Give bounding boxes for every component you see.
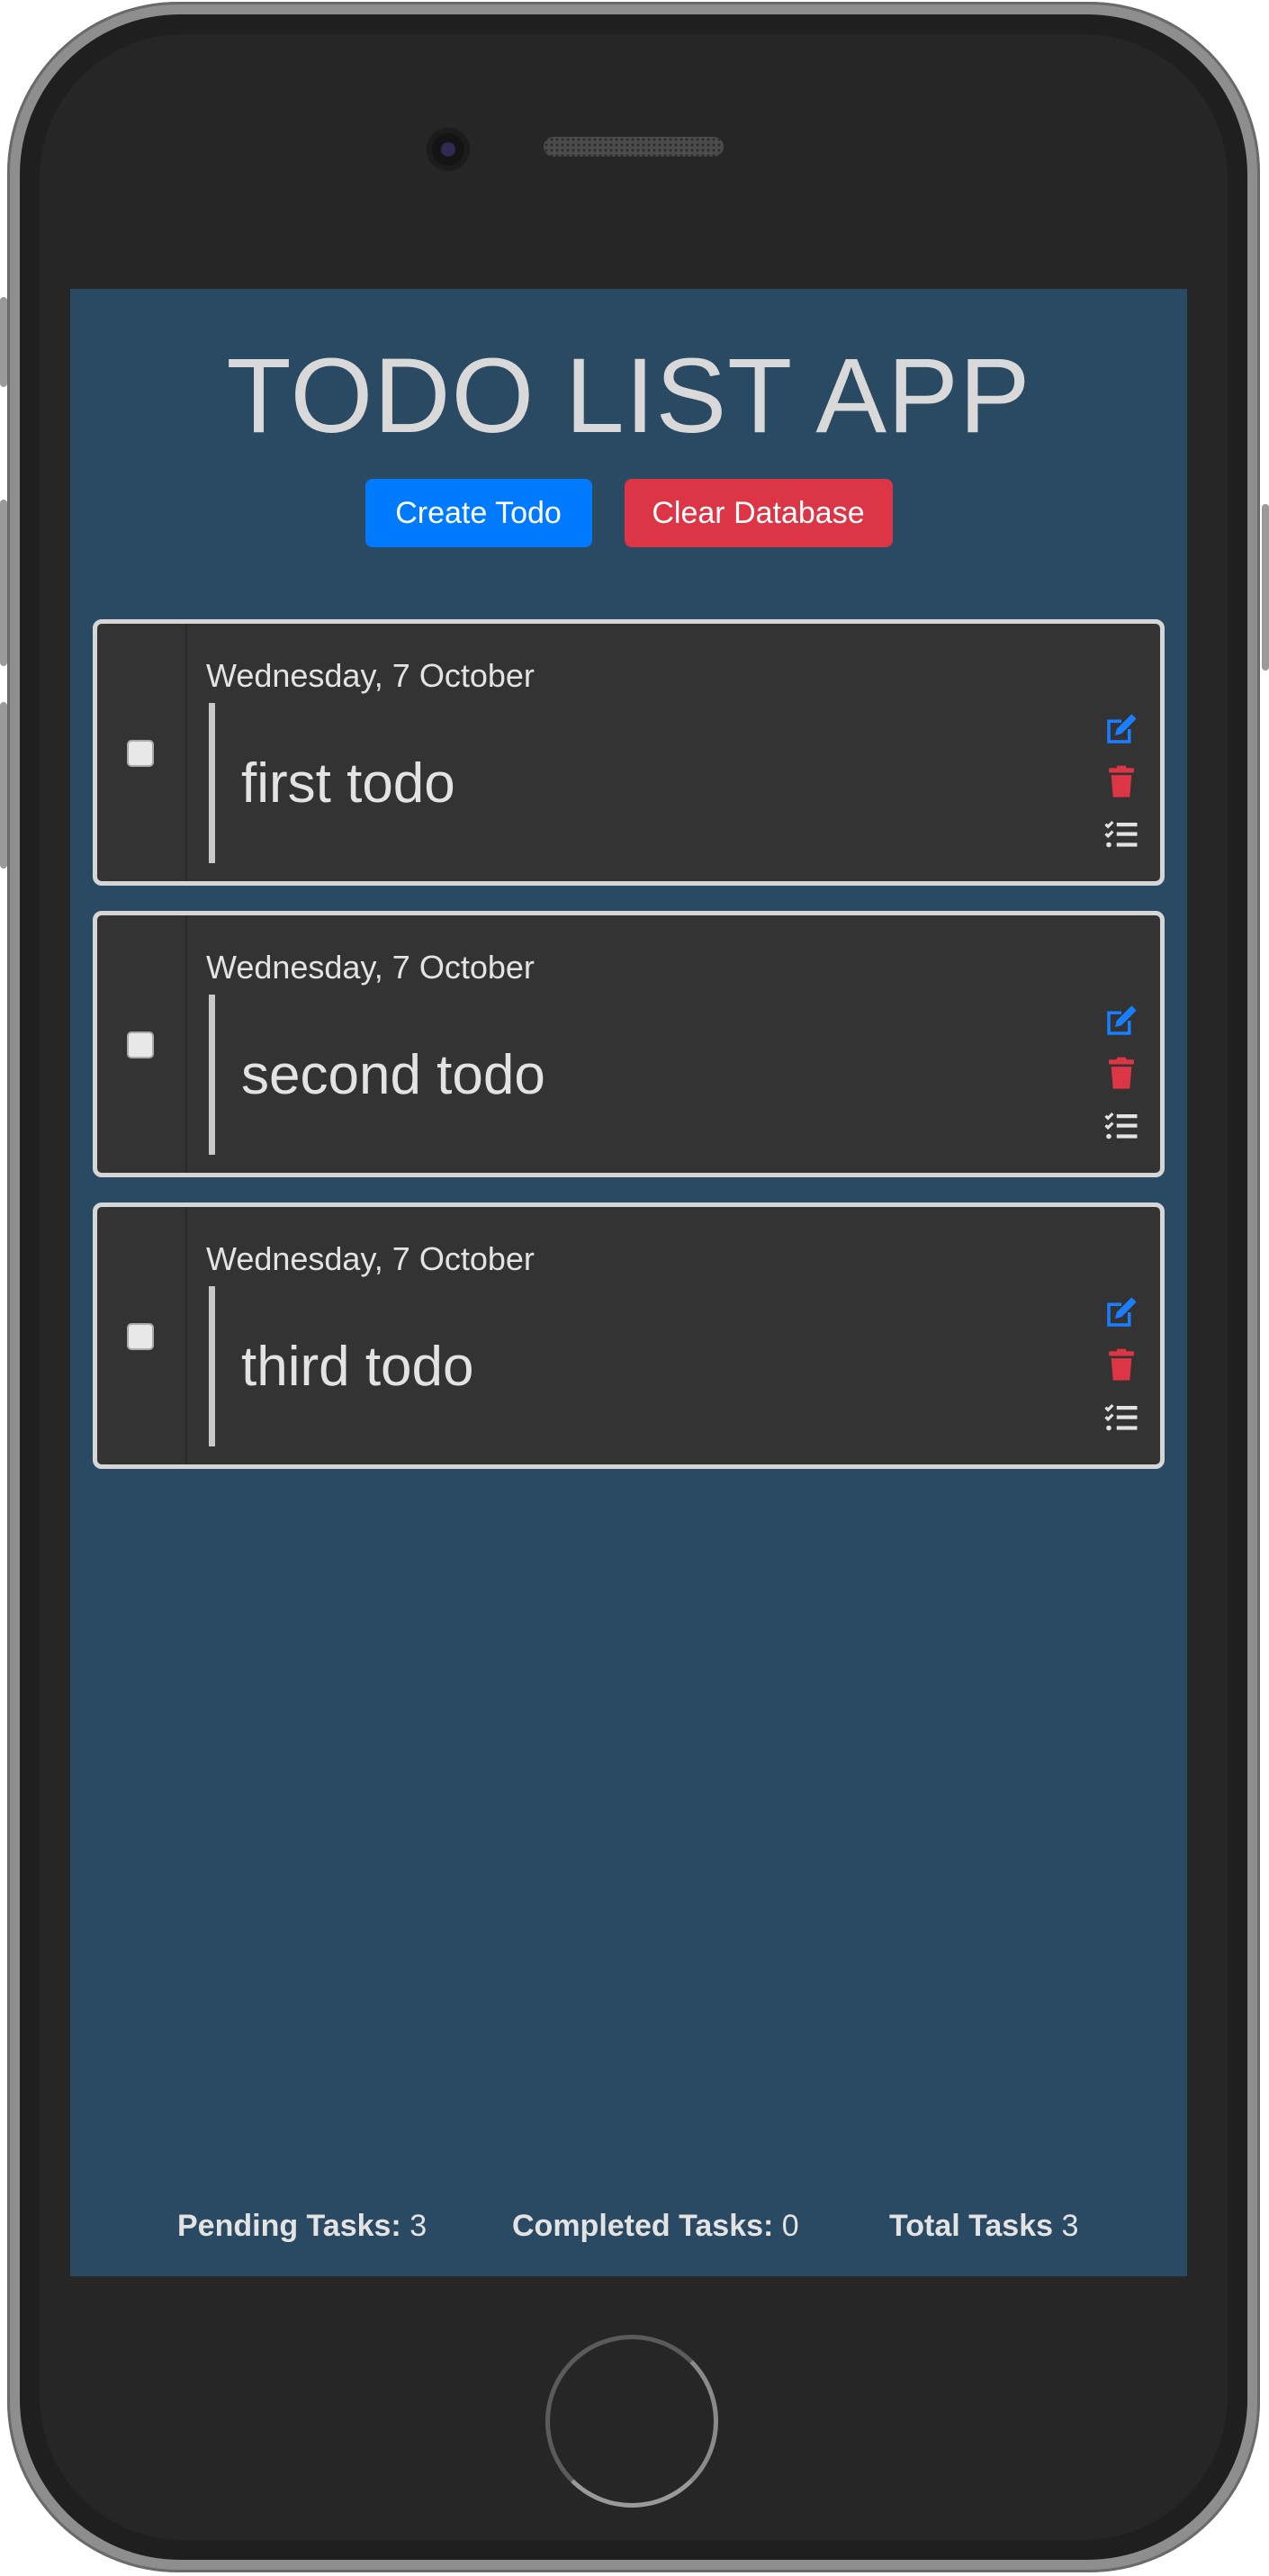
pending-tasks-label: Pending Tasks: [177,2209,401,2243]
completed-tasks-label: Completed Tasks: [512,2209,774,2243]
todo-text: third todo [241,1336,474,1398]
todo-checkbox[interactable] [127,1031,154,1058]
trash-icon[interactable] [1102,763,1140,801]
todo-text: first todo [241,752,455,815]
todo-card: Wednesday, 7 October second todo [93,911,1165,1177]
total-tasks-stat: Total Tasks 3 [889,2209,1078,2244]
todo-text: second todo [241,1044,545,1106]
earpiece-speaker [544,137,724,157]
todo-check-column [97,1207,187,1464]
trash-icon[interactable] [1102,1347,1140,1384]
phone-volume-down [0,702,7,869]
completed-tasks-value: 0 [781,2209,799,2243]
action-bar: Create Todo Clear Database [70,479,1187,547]
edit-icon[interactable] [1102,1002,1140,1040]
phone-mute-switch [0,297,7,387]
completed-tasks-stat: Completed Tasks: 0 [512,2209,799,2244]
total-tasks-value: 3 [1061,2209,1079,2243]
pending-tasks-value: 3 [410,2209,428,2243]
front-camera [427,128,470,171]
phone-volume-up [0,500,7,666]
page-title: TODO LIST APP [226,337,1031,455]
todo-card: Wednesday, 7 October third todo [93,1202,1165,1469]
todo-divider [209,1286,215,1446]
todo-divider [209,995,215,1155]
tasks-list-icon[interactable] [1102,816,1140,854]
tasks-list-icon[interactable] [1102,1108,1140,1146]
edit-icon[interactable] [1102,710,1140,748]
phone-power-button [1262,504,1269,671]
todo-date: Wednesday, 7 October [206,949,535,986]
create-todo-button[interactable]: Create Todo [364,479,592,547]
total-tasks-label: Total Tasks [889,2209,1054,2243]
clear-database-button[interactable]: Clear Database [624,479,893,547]
todo-date: Wednesday, 7 October [206,657,535,694]
todo-check-column [97,624,187,881]
app-screen: TODO LIST APP Create Todo Clear Database… [70,289,1187,2276]
home-button[interactable] [545,2335,718,2508]
trash-icon[interactable] [1102,1055,1140,1093]
pending-tasks-stat: Pending Tasks: 3 [177,2209,427,2244]
todo-divider [209,703,215,863]
todo-card: Wednesday, 7 October first todo [93,619,1165,886]
edit-icon[interactable] [1102,1293,1140,1331]
tasks-list-icon[interactable] [1102,1400,1140,1437]
todo-check-column [97,915,187,1173]
todo-checkbox[interactable] [127,1323,154,1350]
todo-checkbox[interactable] [127,740,154,767]
todo-date: Wednesday, 7 October [206,1240,535,1277]
